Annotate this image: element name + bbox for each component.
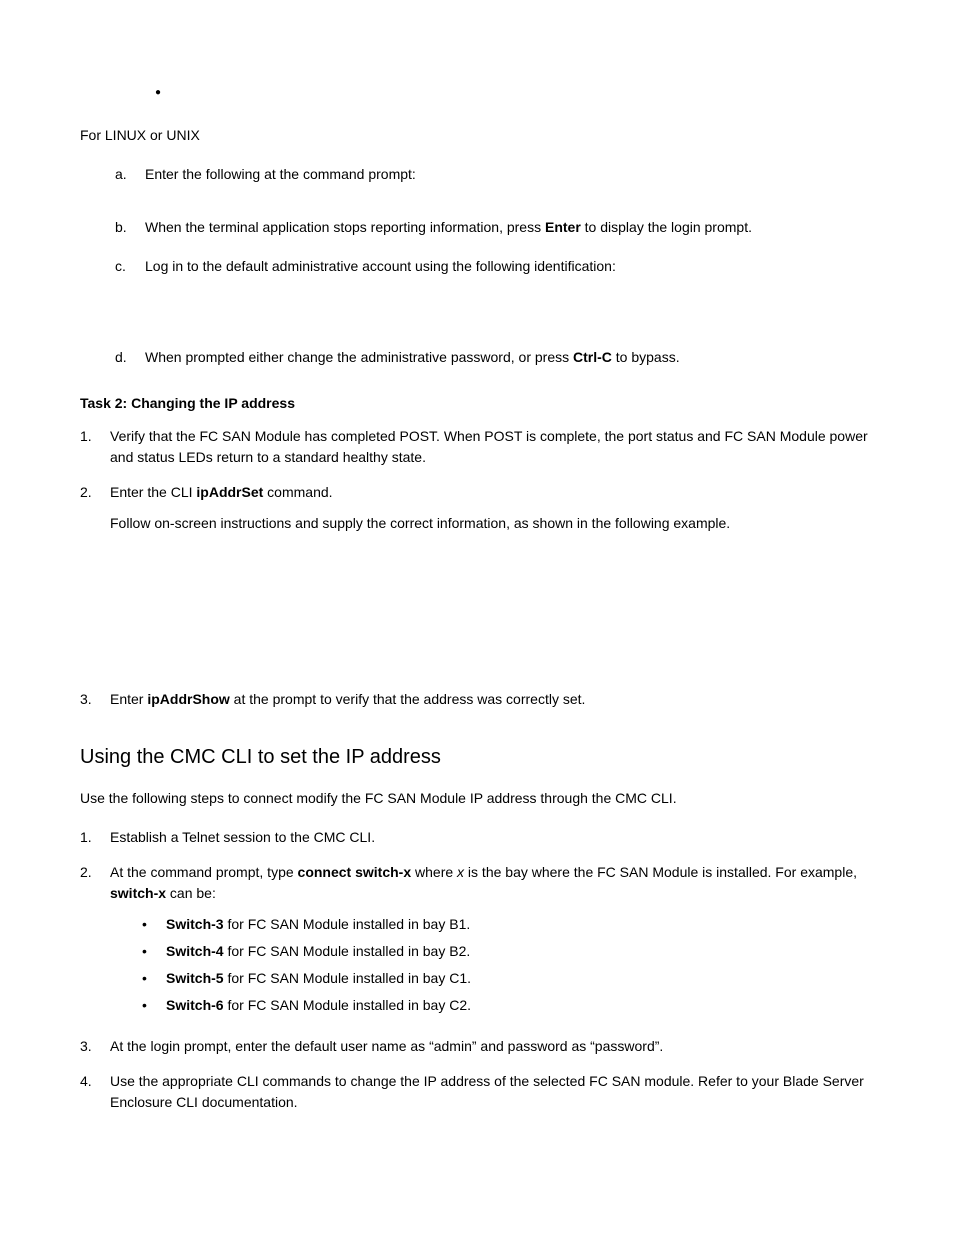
task2-step1-content: Verify that the FC SAN Module has comple…: [110, 426, 874, 468]
step-b-bold: Enter: [545, 219, 581, 235]
section-heading: Using the CMC CLI to set the IP address: [80, 742, 874, 772]
task2-step3-content: Enter ipAddrShow at the prompt to verify…: [110, 689, 874, 710]
task2-step3: 3. Enter ipAddrShow at the prompt to ver…: [80, 689, 874, 710]
section-step4-content: Use the appropriate CLI commands to chan…: [110, 1071, 874, 1113]
dot-icon: •: [142, 995, 166, 1016]
task2-step2: 2. Enter the CLI ipAddrSet command. Foll…: [80, 482, 874, 534]
section-step4: 4. Use the appropriate CLI commands to c…: [80, 1071, 874, 1113]
sub-bullet-2-text: for FC SAN Module installed in bay C1.: [224, 970, 471, 986]
sub-bullet-1-text: for FC SAN Module installed in bay B2.: [224, 943, 471, 959]
sub-bullet-3-text: for FC SAN Module installed in bay C2.: [224, 997, 471, 1013]
section-step2-content: At the command prompt, type connect swit…: [110, 862, 874, 1022]
step-d-text1: When prompted either change the administ…: [145, 349, 573, 365]
step-b-text1: When the terminal application stops repo…: [145, 219, 545, 235]
sub-bullet-1: • Switch-4 for FC SAN Module installed i…: [142, 941, 874, 962]
sub-bullet-2: • Switch-5 for FC SAN Module installed i…: [142, 968, 874, 989]
dot-icon: •: [142, 968, 166, 989]
task2-heading: Task 2: Changing the IP address: [80, 393, 874, 414]
task2-step2-content: Enter the CLI ipAddrSet command. Follow …: [110, 482, 874, 534]
section-step2-italic: x: [457, 864, 464, 880]
task2-step2-follow: Follow on-screen instructions and supply…: [110, 513, 874, 534]
section-step3: 3. At the login prompt, enter the defaul…: [80, 1036, 874, 1057]
task2-step3-bold: ipAddrShow: [147, 691, 229, 707]
step-d: d. When prompted either change the admin…: [115, 347, 874, 368]
step-c-marker: c.: [115, 256, 145, 277]
step-d-marker: d.: [115, 347, 145, 368]
section-step2-text2: where: [411, 864, 457, 880]
bullet-marker: ●: [155, 85, 874, 100]
task2-step2-marker: 2.: [80, 482, 110, 534]
step-b-text2: to display the login prompt.: [581, 219, 752, 235]
task2-step3-marker: 3.: [80, 689, 110, 710]
section-intro: Use the following steps to connect modif…: [80, 788, 874, 809]
task2-step1-marker: 1.: [80, 426, 110, 468]
task2-step3-text2: at the prompt to verify that the address…: [230, 691, 586, 707]
sub-bullet-3-bold: Switch-6: [166, 997, 224, 1013]
step-a: a. Enter the following at the command pr…: [115, 164, 874, 185]
task2-step3-text1: Enter: [110, 691, 147, 707]
sub-bullet-0-bold: Switch-3: [166, 916, 224, 932]
section-step2-text1: At the command prompt, type: [110, 864, 298, 880]
step-a-content: Enter the following at the command promp…: [145, 164, 874, 185]
section-step1: 1. Establish a Telnet session to the CMC…: [80, 827, 874, 848]
dot-icon: •: [142, 914, 166, 935]
task2-step1: 1. Verify that the FC SAN Module has com…: [80, 426, 874, 468]
task2-step2-text2: command.: [263, 484, 332, 500]
section-list: 1. Establish a Telnet session to the CMC…: [80, 827, 874, 1113]
step-a-marker: a.: [115, 164, 145, 185]
section-step2-marker: 2.: [80, 862, 110, 1022]
step-d-text2: to bypass.: [612, 349, 680, 365]
sub-bullet-0: • Switch-3 for FC SAN Module installed i…: [142, 914, 874, 935]
sub-bullet-0-text: for FC SAN Module installed in bay B1.: [224, 916, 471, 932]
task2-step2-text1: Enter the CLI: [110, 484, 196, 500]
sub-bullet-0-content: Switch-3 for FC SAN Module installed in …: [166, 914, 470, 935]
sub-bullet-3-content: Switch-6 for FC SAN Module installed in …: [166, 995, 471, 1016]
task2-list: 1. Verify that the FC SAN Module has com…: [80, 426, 874, 710]
section-step2-bold2: switch-x: [110, 885, 166, 901]
sub-bullet-2-content: Switch-5 for FC SAN Module installed in …: [166, 968, 471, 989]
section-step2-text4: can be:: [166, 885, 216, 901]
step-c: c. Log in to the default administrative …: [115, 256, 874, 277]
step-b-marker: b.: [115, 217, 145, 238]
step-d-bold: Ctrl-C: [573, 349, 612, 365]
section-step3-content: At the login prompt, enter the default u…: [110, 1036, 874, 1057]
section-step2-text3: is the bay where the FC SAN Module is in…: [464, 864, 857, 880]
sub-bullet-1-content: Switch-4 for FC SAN Module installed in …: [166, 941, 470, 962]
section-step2-bold1: connect switch-x: [298, 864, 412, 880]
section-step2: 2. At the command prompt, type connect s…: [80, 862, 874, 1022]
letter-list: a. Enter the following at the command pr…: [115, 164, 874, 368]
sub-bullet-3: • Switch-6 for FC SAN Module installed i…: [142, 995, 874, 1016]
section-step3-marker: 3.: [80, 1036, 110, 1057]
step-c-content: Log in to the default administrative acc…: [145, 256, 874, 277]
section-step1-marker: 1.: [80, 827, 110, 848]
dot-icon: •: [142, 941, 166, 962]
step-b-content: When the terminal application stops repo…: [145, 217, 874, 238]
step-b: b. When the terminal application stops r…: [115, 217, 874, 238]
step-d-content: When prompted either change the administ…: [145, 347, 874, 368]
sub-bullet-1-bold: Switch-4: [166, 943, 224, 959]
section-step2-bullets: • Switch-3 for FC SAN Module installed i…: [110, 914, 874, 1016]
sub-bullet-2-bold: Switch-5: [166, 970, 224, 986]
section-step1-content: Establish a Telnet session to the CMC CL…: [110, 827, 874, 848]
task2-step2-bold: ipAddrSet: [196, 484, 263, 500]
preamble-text: For LINUX or UNIX: [80, 125, 874, 146]
section-step4-marker: 4.: [80, 1071, 110, 1113]
